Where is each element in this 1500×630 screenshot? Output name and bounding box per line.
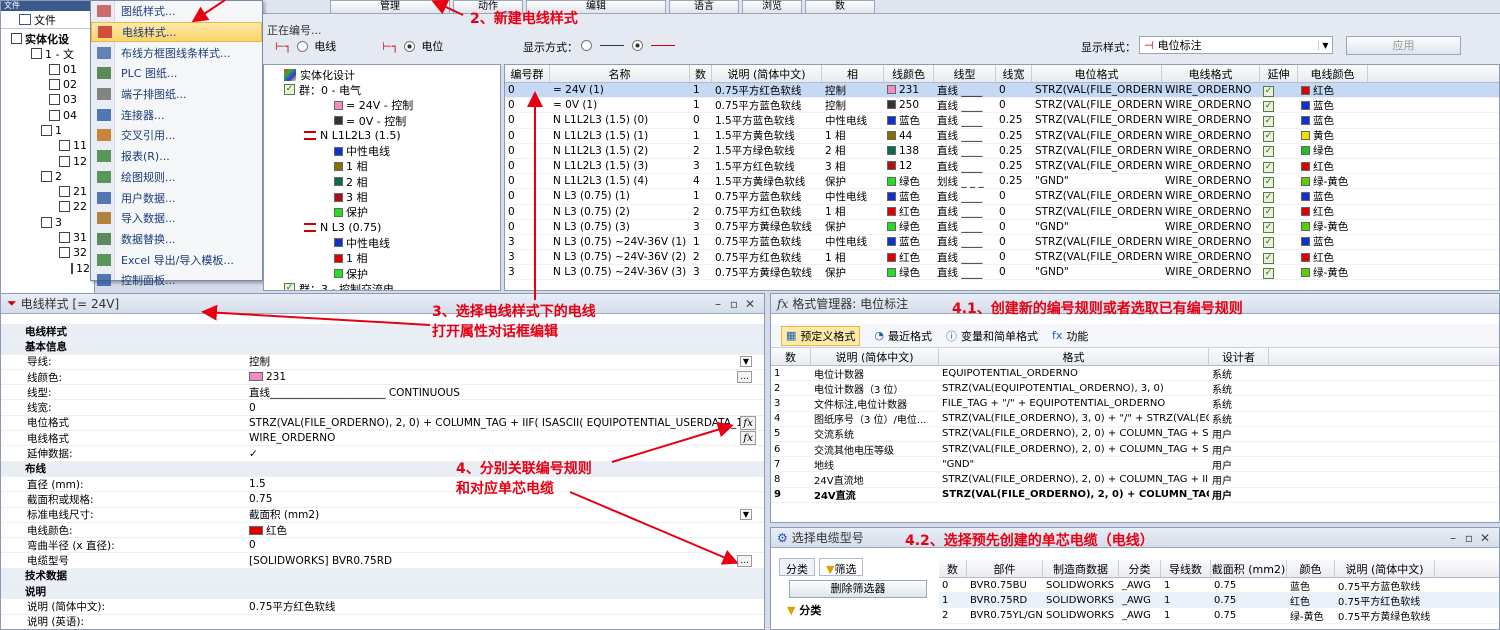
annotation-arrows bbox=[191, 0, 739, 565]
annotation-step-2: 2、新建电线样式 bbox=[470, 11, 578, 27]
annotation-step-4-1: 4.1、创建新的编号规则或者选取已有编号规则 bbox=[952, 301, 1243, 317]
arrow-to-wire-style-menu bbox=[191, 0, 226, 23]
arrow-to-potential-format bbox=[611, 421, 734, 463]
arrow-to-ribbon bbox=[431, 0, 464, 16]
arrow-to-properties-title bbox=[201, 304, 431, 326]
annotation-step-4-line-2: 和对应单芯电缆 bbox=[456, 481, 554, 497]
annotation-step-4-line-1: 4、分别关联编号规则 bbox=[456, 461, 592, 477]
annotation-step-3-line-1: 3、选择电线样式下的电线 bbox=[432, 304, 596, 320]
annotation-step-3-line-2: 打开属性对话框编辑 bbox=[432, 324, 558, 340]
annotation-step-4-2: 4.2、选择预先创建的单芯电缆（电线） bbox=[905, 533, 1154, 549]
arrow-to-cable-type bbox=[569, 491, 739, 565]
